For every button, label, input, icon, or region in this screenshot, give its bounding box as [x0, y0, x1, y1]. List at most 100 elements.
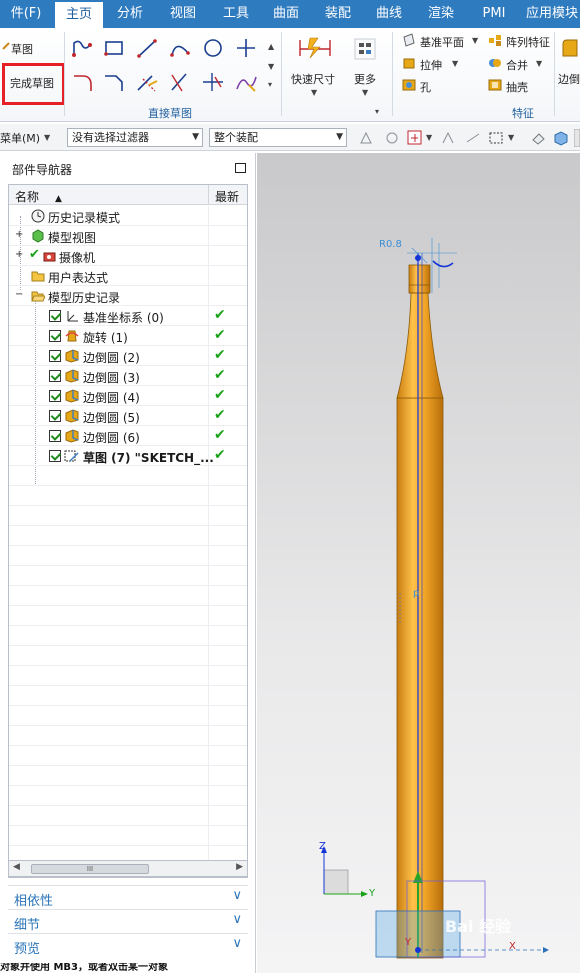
- preview-panel[interactable]: 预览 ∨: [8, 933, 248, 957]
- select-feature-icon[interactable]: [406, 129, 424, 150]
- column-name-header[interactable]: 名称 ▲: [15, 188, 62, 205]
- tab-render[interactable]: 渲染: [418, 0, 464, 28]
- visibility-checkbox[interactable]: [49, 330, 61, 342]
- snap-icon[interactable]: [358, 130, 374, 149]
- curve-rule-icon[interactable]: [465, 130, 481, 149]
- expand-icon[interactable]: +: [15, 229, 23, 240]
- visibility-checkbox[interactable]: [49, 350, 61, 362]
- type-filter-select[interactable]: 没有选择过滤器 ▼: [67, 128, 203, 147]
- unite-button[interactable]: 合并: [506, 57, 528, 73]
- selection-scope-select[interactable]: 整个装配 ▼: [209, 128, 347, 147]
- tree-row[interactable]: 边倒圆 (2) ✔: [9, 346, 247, 366]
- tab-applications[interactable]: 应用模块: [526, 0, 580, 28]
- column-latest-header[interactable]: 最新: [215, 188, 239, 205]
- tree-row[interactable]: 草图 (7) "SKETCH_... ✔: [9, 446, 247, 466]
- edge-blend-button[interactable]: 边倒: [558, 71, 580, 87]
- graphics-window[interactable]: R0.8 p Z Y Y X Bai 经验: [257, 153, 580, 973]
- tab-tools[interactable]: 工具: [213, 0, 259, 28]
- toolbar-overflow-icon[interactable]: [573, 128, 580, 150]
- tab-analysis[interactable]: 分析: [107, 0, 153, 28]
- tree-row[interactable]: 边倒圆 (4) ✔: [9, 386, 247, 406]
- visibility-checkbox[interactable]: [49, 390, 61, 402]
- profile-icon[interactable]: [70, 36, 96, 60]
- rapid-dimension-button[interactable]: 快速尺寸: [291, 71, 335, 87]
- studio-spline-icon[interactable]: [233, 70, 259, 94]
- datum-plane-button[interactable]: 基准平面: [420, 34, 464, 50]
- visibility-checkbox[interactable]: [49, 410, 61, 422]
- visibility-checkbox[interactable]: [49, 450, 61, 462]
- rectangle-select-icon[interactable]: [488, 130, 504, 149]
- quick-extend-icon[interactable]: [167, 70, 193, 94]
- tree-row[interactable]: 旋转 (1) ✔: [9, 326, 247, 346]
- shell-icon[interactable]: [488, 78, 502, 95]
- tab-curve[interactable]: 曲线: [366, 0, 412, 28]
- more-button[interactable]: 更多: [354, 71, 376, 87]
- unite-icon[interactable]: [488, 56, 502, 73]
- more-icon[interactable]: [354, 38, 376, 63]
- general-selection-icon[interactable]: [384, 130, 400, 149]
- collapse-icon[interactable]: −: [15, 289, 23, 300]
- details-panel[interactable]: 细节 ∨: [8, 909, 248, 933]
- extrude-icon[interactable]: [402, 56, 416, 73]
- quick-trim-icon[interactable]: [134, 70, 160, 94]
- tree-row[interactable]: 边倒圆 (3) ✔: [9, 366, 247, 386]
- maximize-icon[interactable]: [235, 163, 246, 173]
- scroll-thumb[interactable]: III: [31, 864, 149, 874]
- rapid-dimension-dropdown-icon[interactable]: ▼: [311, 88, 317, 97]
- horizontal-scrollbar[interactable]: ◀ III ▶: [8, 860, 248, 877]
- tab-file[interactable]: 件(F): [0, 0, 52, 28]
- hole-icon[interactable]: [402, 78, 416, 95]
- gallery-expand-icon[interactable]: ▾: [268, 80, 272, 89]
- finish-sketch-button[interactable]: 完成草图: [10, 75, 54, 91]
- chamfer-icon[interactable]: [101, 70, 127, 94]
- dependencies-panel[interactable]: 相依性 ∨: [8, 885, 248, 909]
- tree-row[interactable]: + 模型视图: [9, 226, 247, 246]
- rapid-dimension-icon[interactable]: [298, 36, 332, 63]
- more-dropdown-icon[interactable]: ▼: [362, 88, 368, 97]
- eraser-icon[interactable]: [530, 130, 546, 149]
- sketch-button[interactable]: 草图: [11, 41, 33, 57]
- length-dimension-label[interactable]: p: [413, 588, 419, 599]
- expand-icon[interactable]: +: [15, 249, 23, 260]
- hole-button[interactable]: 孔: [420, 79, 431, 95]
- menu-dropdown-icon[interactable]: ▼: [44, 133, 50, 142]
- tree-row[interactable]: 历史记录模式: [9, 206, 247, 226]
- edge-blend-icon[interactable]: [561, 38, 579, 61]
- unite-dropdown-icon[interactable]: ▼: [536, 59, 542, 68]
- pattern-feature-icon[interactable]: [488, 33, 502, 50]
- shell-button[interactable]: 抽壳: [506, 79, 528, 95]
- visibility-checkbox[interactable]: [49, 430, 61, 442]
- scroll-right-icon[interactable]: ▶: [236, 862, 243, 872]
- pattern-feature-button[interactable]: 阵列特征: [506, 34, 550, 50]
- datum-plane-dropdown-icon[interactable]: ▼: [472, 36, 478, 45]
- tab-assembly[interactable]: 装配: [315, 0, 361, 28]
- visibility-checkbox[interactable]: [49, 310, 61, 322]
- tab-view[interactable]: 视图: [160, 0, 206, 28]
- direct-sketch-expand-icon[interactable]: ▾: [375, 107, 379, 116]
- tab-home[interactable]: 主页: [55, 2, 103, 28]
- cube-icon[interactable]: [552, 129, 570, 150]
- line-icon[interactable]: [134, 36, 160, 60]
- make-corner-icon[interactable]: [200, 70, 226, 94]
- extrude-dropdown-icon[interactable]: ▼: [452, 59, 458, 68]
- select-feature-dropdown-icon[interactable]: ▼: [426, 133, 432, 142]
- rectangle-select-dropdown-icon[interactable]: ▼: [508, 133, 514, 142]
- tab-surface[interactable]: 曲面: [263, 0, 309, 28]
- arc-icon[interactable]: [167, 36, 193, 60]
- datum-plane-icon[interactable]: [402, 33, 416, 50]
- menu-button[interactable]: 菜单(M): [0, 130, 40, 146]
- tree-row[interactable]: + ✔ 摄像机: [9, 246, 247, 266]
- extrude-button[interactable]: 拉伸: [420, 57, 442, 73]
- gallery-down-icon[interactable]: ▼: [268, 62, 274, 71]
- point-filter-icon[interactable]: [440, 130, 456, 149]
- fillet-icon[interactable]: [70, 70, 96, 94]
- visibility-checkbox[interactable]: [49, 370, 61, 382]
- circle-icon[interactable]: [200, 36, 226, 60]
- tree-row[interactable]: 基准坐标系 (0) ✔: [9, 306, 247, 326]
- tree-row[interactable]: 边倒圆 (5) ✔: [9, 406, 247, 426]
- radius-dimension-label[interactable]: R0.8: [379, 239, 402, 250]
- tab-pmi[interactable]: PMI: [471, 0, 517, 28]
- tree-row[interactable]: 边倒圆 (6) ✔: [9, 426, 247, 446]
- tree-row[interactable]: − 模型历史记录: [9, 286, 247, 306]
- tree-row[interactable]: 用户表达式: [9, 266, 247, 286]
